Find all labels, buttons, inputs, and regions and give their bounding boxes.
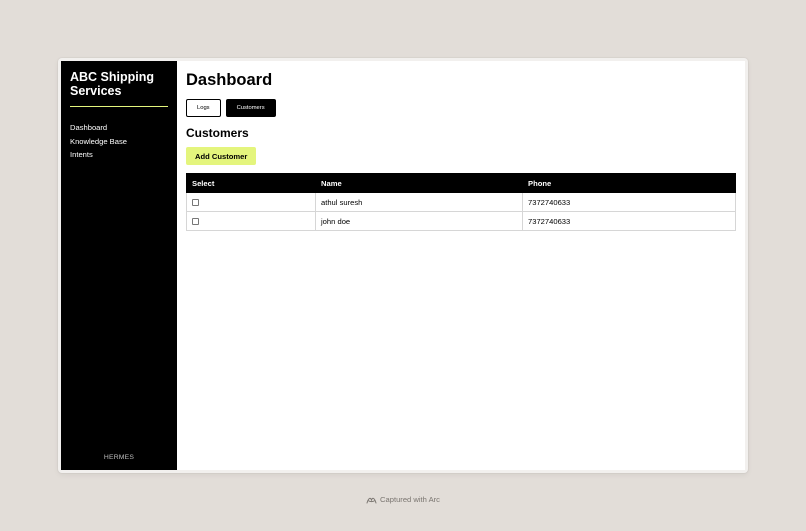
select-cell bbox=[186, 192, 316, 212]
column-header-select: Select bbox=[186, 173, 316, 193]
row-select-checkbox[interactable] bbox=[192, 199, 199, 206]
sidebar-footer-brand: HERMES bbox=[103, 454, 135, 461]
sidebar-item-intents[interactable]: Intents bbox=[70, 148, 168, 162]
brand-title: ABC Shipping Services bbox=[70, 70, 168, 107]
table-row: athul suresh 7372740633 bbox=[186, 192, 736, 212]
name-cell: athul suresh bbox=[315, 192, 523, 212]
section-title: Customers bbox=[186, 126, 249, 140]
column-header-name: Name bbox=[315, 173, 523, 193]
arc-logo-icon bbox=[366, 497, 377, 503]
main-content: Dashboard Logs Customers Customers Add C… bbox=[177, 61, 745, 470]
customers-table: Select Name Phone athul suresh 737274063… bbox=[186, 173, 736, 231]
capture-watermark: Captured with Arc bbox=[0, 495, 806, 505]
sidebar: ABC Shipping Services Dashboard Knowledg… bbox=[61, 61, 177, 470]
phone-cell: 7372740633 bbox=[522, 211, 736, 231]
window-frame: ABC Shipping Services Dashboard Knowledg… bbox=[58, 58, 748, 473]
app-container: ABC Shipping Services Dashboard Knowledg… bbox=[61, 61, 745, 470]
tab-logs[interactable]: Logs bbox=[186, 99, 221, 117]
add-customer-button[interactable]: Add Customer bbox=[186, 147, 257, 165]
table-row: john doe 7372740633 bbox=[186, 211, 736, 231]
phone-cell: 7372740633 bbox=[522, 192, 736, 212]
tab-customers[interactable]: Customers bbox=[225, 99, 276, 117]
tab-bar: Logs Customers bbox=[186, 99, 736, 117]
name-cell: john doe bbox=[315, 211, 523, 231]
sidebar-item-knowledge-base[interactable]: Knowledge Base bbox=[70, 135, 168, 149]
capture-label: Captured with Arc bbox=[380, 495, 440, 504]
sidebar-item-dashboard[interactable]: Dashboard bbox=[70, 121, 168, 135]
select-cell bbox=[186, 211, 316, 231]
table-header-row: Select Name Phone bbox=[186, 173, 736, 193]
sidebar-nav: Dashboard Knowledge Base Intents bbox=[70, 121, 168, 162]
row-select-checkbox[interactable] bbox=[192, 218, 199, 225]
page-title: Dashboard bbox=[186, 71, 273, 89]
column-header-phone: Phone bbox=[522, 173, 736, 193]
